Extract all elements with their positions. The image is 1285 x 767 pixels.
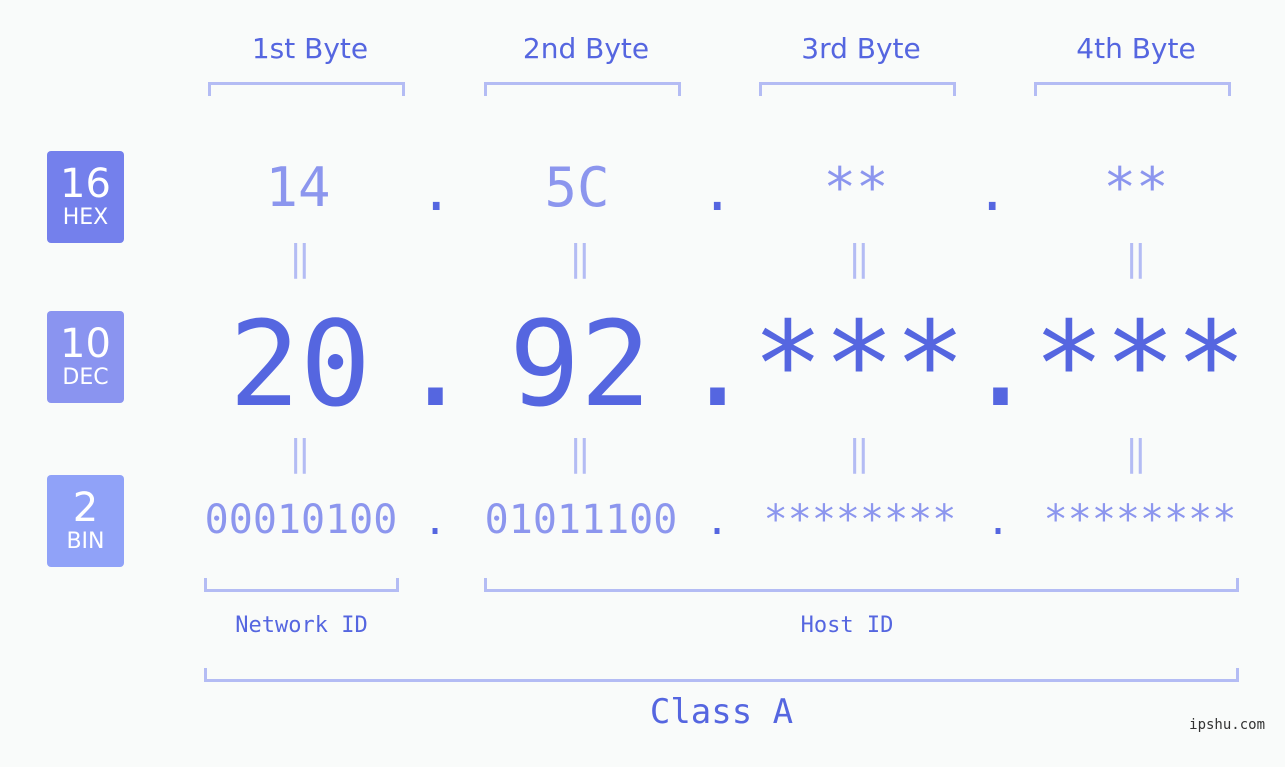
bin-separator-2: .	[705, 498, 730, 544]
host-id-label: Host ID	[800, 613, 894, 638]
hex-separator-2: .	[701, 160, 734, 223]
dec-badge: 10 DEC	[47, 311, 124, 403]
dec-byte-2: 92	[508, 295, 652, 433]
byte-header-3: 3rd Byte	[801, 32, 921, 65]
dec-base-number: 10	[60, 321, 111, 367]
class-bracket	[204, 668, 1239, 682]
watermark: ipshu.com	[1189, 717, 1265, 733]
host-id-bracket	[484, 578, 1239, 592]
hex-badge: 16 HEX	[47, 151, 124, 243]
dec-byte-1: 20	[228, 295, 372, 433]
byte-header-1: 1st Byte	[251, 32, 369, 65]
byte-header-4: 4th Byte	[1076, 32, 1196, 65]
byte-bracket-3	[759, 82, 956, 96]
equals-icon: ‖	[289, 433, 311, 474]
dec-byte-3: ***	[752, 295, 966, 433]
bin-byte-2: 01011100	[484, 497, 678, 543]
bin-badge: 2 BIN	[47, 475, 124, 567]
bin-separator-3: .	[986, 498, 1011, 544]
equals-icon: ‖	[848, 433, 870, 474]
hex-separator-1: .	[420, 160, 453, 223]
dec-base-label: DEC	[62, 365, 109, 390]
network-id-label: Network ID	[235, 613, 368, 638]
byte-bracket-1	[208, 82, 405, 96]
hex-byte-2: 5C	[544, 156, 610, 219]
hex-base-number: 16	[60, 161, 111, 207]
bin-byte-4: ********	[1043, 497, 1237, 543]
network-id-bracket	[204, 578, 399, 592]
equals-icon: ‖	[569, 238, 591, 279]
byte-bracket-2	[484, 82, 681, 96]
class-label: Class A	[649, 692, 794, 732]
equals-icon: ‖	[289, 238, 311, 279]
hex-byte-1: 14	[265, 156, 331, 219]
hex-byte-4: **	[1103, 156, 1169, 219]
hex-byte-3: **	[823, 156, 889, 219]
byte-header-2: 2nd Byte	[522, 32, 650, 65]
bin-byte-3: ********	[763, 497, 957, 543]
bin-base-label: BIN	[66, 529, 105, 554]
equals-icon: ‖	[1125, 433, 1147, 474]
bin-base-number: 2	[72, 485, 99, 531]
bin-byte-1: 00010100	[204, 497, 398, 543]
hex-base-label: HEX	[62, 205, 109, 230]
equals-icon: ‖	[569, 433, 591, 474]
dec-byte-4: ***	[1033, 295, 1247, 433]
equals-icon: ‖	[1125, 238, 1147, 279]
bin-separator-1: .	[423, 498, 448, 544]
byte-bracket-4	[1034, 82, 1231, 96]
hex-separator-3: .	[976, 160, 1009, 223]
equals-icon: ‖	[848, 238, 870, 279]
